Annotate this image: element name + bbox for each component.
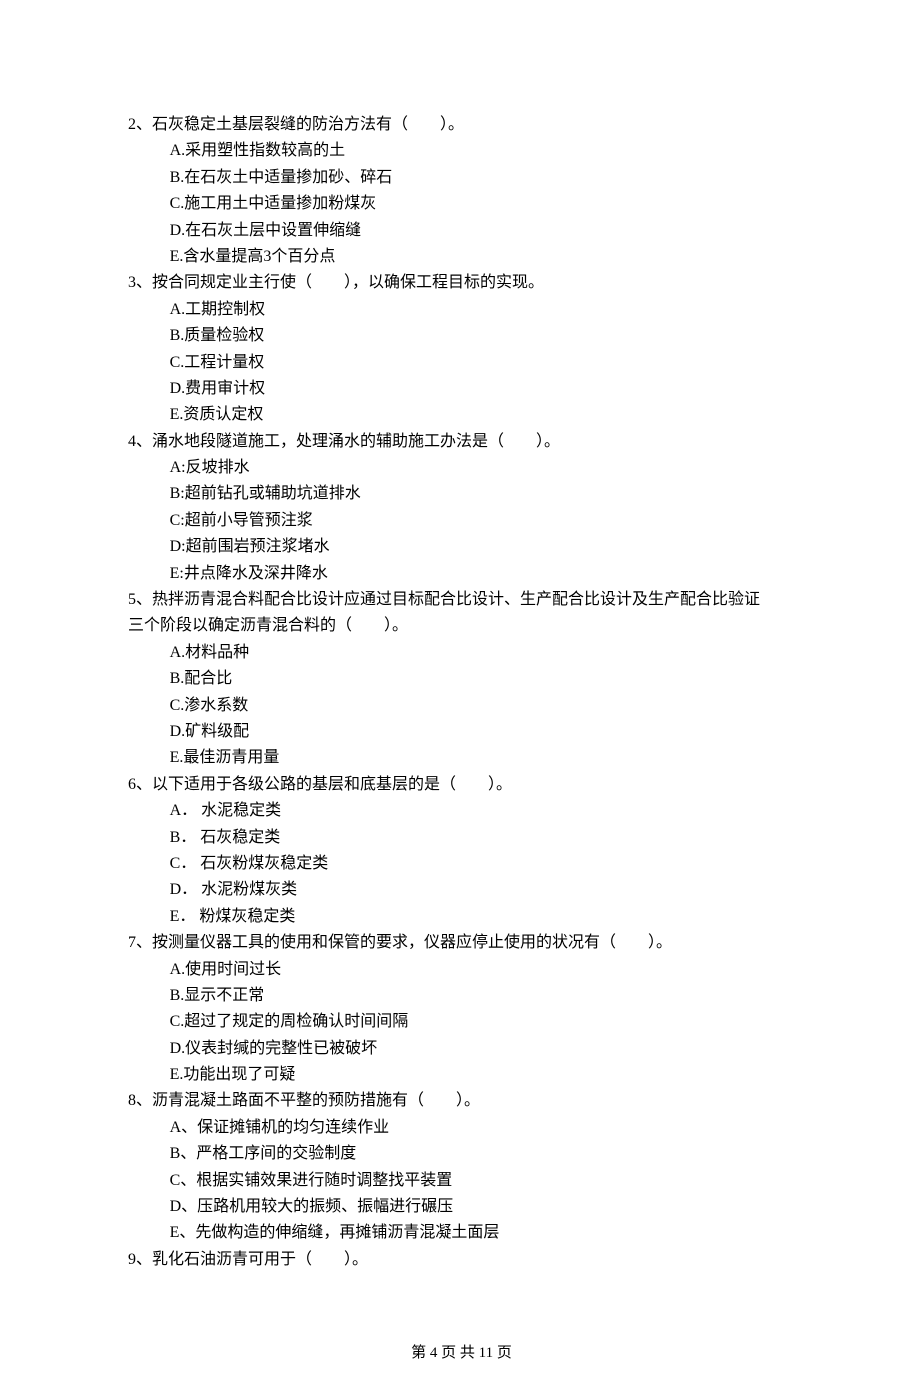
option: A:反坡排水 [170,455,795,481]
question-stem: 9、乳化石油沥青可用于（ ）。 [128,1247,795,1273]
option: D:超前围岩预注浆堵水 [170,534,795,560]
question: 5、热拌沥青混合料配合比设计应通过目标配合比设计、生产配合比设计及生产配合比验证… [128,587,795,772]
option: A.材料品种 [170,640,795,666]
option: C． 石灰粉煤灰稳定类 [170,851,795,877]
option: C.超过了规定的周检确认时间间隔 [170,1009,795,1035]
question-stem: 5、热拌沥青混合料配合比设计应通过目标配合比设计、生产配合比设计及生产配合比验证 [128,587,795,613]
option: E.最佳沥青用量 [170,745,795,771]
questions-list: 2、石灰稳定土基层裂缝的防治方法有（ ）。A.采用塑性指数较高的土B.在石灰土中… [128,112,795,1273]
question: 9、乳化石油沥青可用于（ ）。 [128,1247,795,1273]
question: 8、沥青混凝土路面不平整的预防措施有（ ）。A、保证摊铺机的均匀连续作业B、严格… [128,1088,795,1246]
options-list: A:反坡排水B:超前钻孔或辅助坑道排水C:超前小导管预注浆D:超前围岩预注浆堵水… [128,455,795,587]
option: D.费用审计权 [170,376,795,402]
question: 2、石灰稳定土基层裂缝的防治方法有（ ）。A.采用塑性指数较高的土B.在石灰土中… [128,112,795,270]
option: B.显示不正常 [170,983,795,1009]
question-stem-cont: 三个阶段以确定沥青混合料的（ ）。 [128,613,795,639]
option: D.在石灰土层中设置伸缩缝 [170,218,795,244]
question-stem: 7、按测量仪器工具的使用和保管的要求，仪器应停止使用的状况有（ ）。 [128,930,795,956]
page-footer: 第 4 页 共 11 页 [128,1341,795,1366]
option: B． 石灰稳定类 [170,825,795,851]
option: C.工程计量权 [170,350,795,376]
option: B.质量检验权 [170,323,795,349]
question-stem: 3、按合同规定业主行使（ ），以确保工程目标的实现。 [128,270,795,296]
option: B、严格工序间的交验制度 [170,1141,795,1167]
question: 6、以下适用于各级公路的基层和底基层的是（ ）。A． 水泥稳定类B． 石灰稳定类… [128,772,795,930]
option: C.渗水系数 [170,693,795,719]
option: C.施工用土中适量掺加粉煤灰 [170,191,795,217]
option: E:井点降水及深井降水 [170,561,795,587]
options-list: A.使用时间过长B.显示不正常C.超过了规定的周检确认时间间隔D.仪表封缄的完整… [128,957,795,1089]
option: D、压路机用较大的振频、振幅进行碾压 [170,1194,795,1220]
option: A、保证摊铺机的均匀连续作业 [170,1115,795,1141]
option: B.在石灰土中适量掺加砂、碎石 [170,165,795,191]
question-stem: 2、石灰稳定土基层裂缝的防治方法有（ ）。 [128,112,795,138]
option: B.配合比 [170,666,795,692]
option: D.矿料级配 [170,719,795,745]
option: E.含水量提高3个百分点 [170,244,795,270]
option: D.仪表封缄的完整性已被破坏 [170,1036,795,1062]
option: C、根据实铺效果进行随时调整找平装置 [170,1168,795,1194]
options-list: A.材料品种B.配合比C.渗水系数D.矿料级配E.最佳沥青用量 [128,640,795,772]
question-stem: 6、以下适用于各级公路的基层和底基层的是（ ）。 [128,772,795,798]
question: 7、按测量仪器工具的使用和保管的要求，仪器应停止使用的状况有（ ）。A.使用时间… [128,930,795,1088]
options-list: A.采用塑性指数较高的土B.在石灰土中适量掺加砂、碎石C.施工用土中适量掺加粉煤… [128,138,795,270]
option: B:超前钻孔或辅助坑道排水 [170,481,795,507]
option: C:超前小导管预注浆 [170,508,795,534]
page-content: 2、石灰稳定土基层裂缝的防治方法有（ ）。A.采用塑性指数较高的土B.在石灰土中… [0,0,920,1396]
options-list: A.工期控制权B.质量检验权C.工程计量权D.费用审计权E.资质认定权 [128,297,795,429]
option: E、先做构造的伸缩缝，再摊铺沥青混凝土面层 [170,1220,795,1246]
question: 4、涌水地段隧道施工，处理涌水的辅助施工办法是（ ）。A:反坡排水B:超前钻孔或… [128,429,795,587]
option: E． 粉煤灰稳定类 [170,904,795,930]
options-list: A、保证摊铺机的均匀连续作业B、严格工序间的交验制度C、根据实铺效果进行随时调整… [128,1115,795,1247]
options-list: A． 水泥稳定类B． 石灰稳定类C． 石灰粉煤灰稳定类D． 水泥粉煤灰类E． 粉… [128,798,795,930]
option: A.工期控制权 [170,297,795,323]
option: E.功能出现了可疑 [170,1062,795,1088]
option: D． 水泥粉煤灰类 [170,877,795,903]
question: 3、按合同规定业主行使（ ），以确保工程目标的实现。A.工期控制权B.质量检验权… [128,270,795,428]
option: A． 水泥稳定类 [170,798,795,824]
option: A.使用时间过长 [170,957,795,983]
question-stem: 8、沥青混凝土路面不平整的预防措施有（ ）。 [128,1088,795,1114]
option: E.资质认定权 [170,402,795,428]
question-stem: 4、涌水地段隧道施工，处理涌水的辅助施工办法是（ ）。 [128,429,795,455]
option: A.采用塑性指数较高的土 [170,138,795,164]
